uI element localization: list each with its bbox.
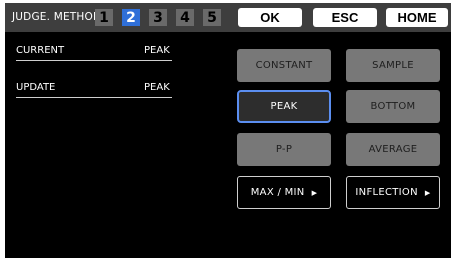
esc-button[interactable]: ESC xyxy=(313,8,377,27)
method-3-button[interactable]: 3 xyxy=(149,9,167,26)
inflection-label: INFLECTION xyxy=(355,187,418,198)
ok-button[interactable]: OK xyxy=(238,8,302,27)
p-p-button[interactable]: P-P xyxy=(237,133,331,166)
sample-button[interactable]: SAMPLE xyxy=(346,49,440,82)
update-divider xyxy=(16,97,172,98)
inflection-button[interactable]: INFLECTION ▶ xyxy=(346,176,440,209)
method-4-button[interactable]: 4 xyxy=(176,9,194,26)
method-5-button[interactable]: 5 xyxy=(203,9,221,26)
method-2-button[interactable]: 2 xyxy=(122,9,140,26)
update-label: UPDATE xyxy=(16,82,56,93)
current-value: PEAK xyxy=(144,45,170,56)
home-button[interactable]: HOME xyxy=(386,8,448,27)
average-button[interactable]: AVERAGE xyxy=(346,133,440,166)
bottom-button[interactable]: BOTTOM xyxy=(346,90,440,123)
constant-button[interactable]: CONSTANT xyxy=(237,49,331,82)
method-1-button[interactable]: 1 xyxy=(95,9,113,26)
current-label: CURRENT xyxy=(16,45,65,56)
submenu-arrow-icon: ▶ xyxy=(311,188,318,197)
submenu-arrow-icon: ▶ xyxy=(424,188,431,197)
max-min-button[interactable]: MAX / MIN ▶ xyxy=(237,176,331,209)
current-divider xyxy=(16,60,172,61)
header-bar: JUDGE. METHOD 1 2 3 4 5 OK ESC HOME xyxy=(5,3,451,32)
max-min-label: MAX / MIN xyxy=(250,187,305,198)
update-value: PEAK xyxy=(144,82,170,93)
page-title: JUDGE. METHOD xyxy=(12,11,102,23)
judge-method-screen: JUDGE. METHOD 1 2 3 4 5 OK ESC HOME CURR… xyxy=(5,3,451,258)
peak-button[interactable]: PEAK xyxy=(237,90,331,123)
